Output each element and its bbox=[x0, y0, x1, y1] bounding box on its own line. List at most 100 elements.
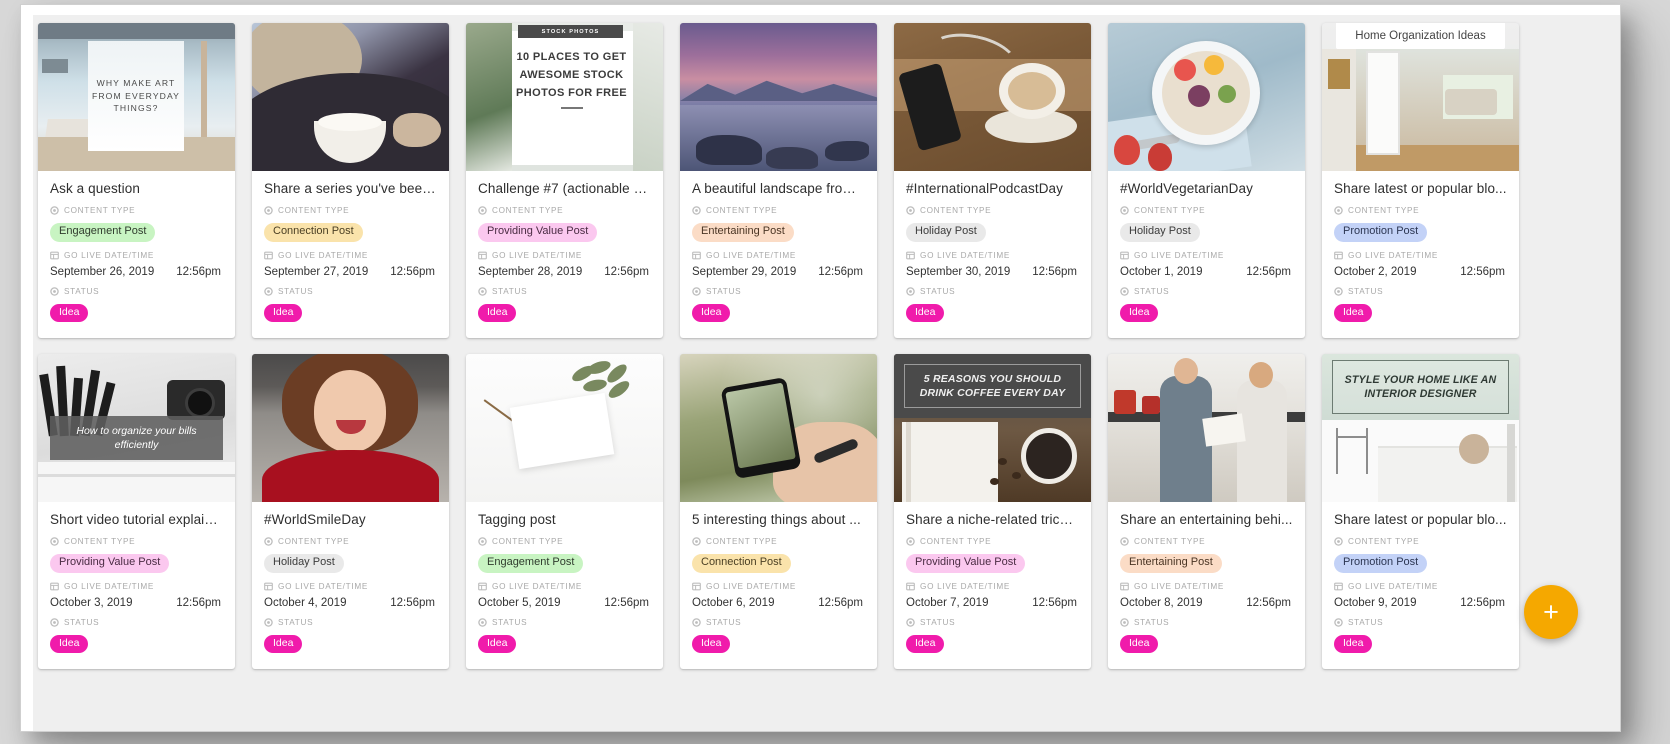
card-item[interactable]: #WorldSmileDay CONTENT TYPE Holiday Post… bbox=[252, 354, 449, 670]
label-text: GO LIVE DATE/TIME bbox=[1134, 582, 1224, 591]
card-body: Share an entertaining behi... CONTENT TY… bbox=[1108, 502, 1305, 669]
status-badge[interactable]: Idea bbox=[1334, 635, 1373, 654]
card-item[interactable]: Share a series you've been ... CONTENT T… bbox=[252, 23, 449, 339]
go-live-value[interactable]: September 27, 2019 12:56pm bbox=[264, 266, 437, 278]
card-thumbnail[interactable] bbox=[894, 23, 1091, 171]
card-item[interactable]: Home Organization Ideas Share latest or … bbox=[1322, 23, 1519, 339]
card-thumbnail[interactable]: Home Organization Ideas bbox=[1322, 23, 1519, 171]
card-thumbnail[interactable]: STOCK PHOTOS 10 PLACES TO GET AWESOME ST… bbox=[466, 23, 663, 171]
go-live-date: September 26, 2019 bbox=[50, 265, 155, 278]
circle-select-icon bbox=[1120, 618, 1129, 627]
label-text: GO LIVE DATE/TIME bbox=[64, 250, 154, 260]
thumbnail-artwork bbox=[680, 23, 877, 171]
status-badge[interactable]: Idea bbox=[1334, 303, 1373, 323]
content-type-pill[interactable]: Entertaining Post bbox=[692, 223, 794, 242]
go-live-value[interactable]: October 1, 2019 12:56pm bbox=[1120, 266, 1293, 278]
go-live-value[interactable]: October 6, 2019 12:56pm bbox=[692, 597, 865, 609]
card-thumbnail[interactable] bbox=[252, 354, 449, 503]
status-badge[interactable]: Idea bbox=[50, 303, 89, 323]
card-item[interactable]: Tagging post CONTENT TYPE Engagement Pos… bbox=[466, 354, 663, 670]
content-type-pill[interactable]: Providing Value Post bbox=[50, 554, 170, 573]
status-badge[interactable]: Idea bbox=[478, 303, 517, 323]
card-thumbnail[interactable] bbox=[680, 23, 877, 171]
field-go-live: GO LIVE DATE/TIME September 26, 2019 12:… bbox=[50, 251, 223, 278]
card-item[interactable]: How to organize your bills efficiently S… bbox=[38, 354, 235, 670]
content-type-pill[interactable]: Holiday Post bbox=[906, 223, 986, 242]
content-type-pill[interactable]: Entertaining Post bbox=[1120, 554, 1222, 573]
label-text: CONTENT TYPE bbox=[492, 537, 564, 547]
card-body: Short video tutorial explain... CONTENT … bbox=[38, 502, 235, 669]
go-live-time: 12:56pm bbox=[1246, 265, 1291, 278]
field-status: STATUS Idea bbox=[692, 618, 865, 654]
go-live-value[interactable]: October 9, 2019 12:56pm bbox=[1334, 597, 1507, 609]
card-title: Short video tutorial explain... bbox=[50, 512, 223, 528]
content-type-pill[interactable]: Promotion Post bbox=[1334, 554, 1428, 573]
go-live-date: October 6, 2019 bbox=[692, 597, 775, 609]
label-text: CONTENT TYPE bbox=[1348, 537, 1420, 547]
card-item[interactable]: STOCK PHOTOS 10 PLACES TO GET AWESOME ST… bbox=[466, 23, 663, 339]
card-item[interactable]: 5 REASONS YOU SHOULD DRINK COFFEE EVERY … bbox=[894, 354, 1091, 670]
card-thumbnail[interactable]: 5 REASONS YOU SHOULD DRINK COFFEE EVERY … bbox=[894, 354, 1091, 503]
card-board[interactable]: WHY MAKE ART FROM EVERYDAY THINGS? Ask a… bbox=[33, 15, 1620, 731]
go-live-value[interactable]: October 4, 2019 12:56pm bbox=[264, 597, 437, 609]
status-badge[interactable]: Idea bbox=[1120, 303, 1159, 323]
content-type-pill[interactable]: Connection Post bbox=[692, 554, 791, 573]
card-thumbnail[interactable] bbox=[466, 354, 663, 503]
field-status: STATUS Idea bbox=[906, 618, 1079, 654]
card-title: #WorldSmileDay bbox=[264, 512, 366, 528]
card-item[interactable]: Share an entertaining behi... CONTENT TY… bbox=[1108, 354, 1305, 670]
go-live-value[interactable]: October 7, 2019 12:56pm bbox=[906, 597, 1079, 609]
content-type-pill[interactable]: Connection Post bbox=[264, 223, 363, 242]
card-thumbnail[interactable] bbox=[252, 23, 449, 171]
field-status: STATUS Idea bbox=[1120, 618, 1293, 654]
go-live-value[interactable]: September 26, 2019 12:56pm bbox=[50, 266, 223, 278]
status-badge[interactable]: Idea bbox=[692, 635, 731, 654]
status-badge[interactable]: Idea bbox=[50, 635, 89, 654]
go-live-value[interactable]: September 28, 2019 12:56pm bbox=[478, 266, 651, 278]
field-label-content-type: CONTENT TYPE bbox=[906, 537, 1079, 546]
content-type-pill[interactable]: Holiday Post bbox=[1120, 223, 1200, 242]
content-type-pill[interactable]: Engagement Post bbox=[478, 554, 584, 573]
go-live-value[interactable]: October 5, 2019 12:56pm bbox=[478, 597, 651, 609]
go-live-date: October 3, 2019 bbox=[50, 597, 133, 609]
add-card-button[interactable]: + bbox=[1524, 585, 1578, 639]
status-badge[interactable]: Idea bbox=[264, 303, 303, 323]
card-item[interactable]: WHY MAKE ART FROM EVERYDAY THINGS? Ask a… bbox=[38, 23, 235, 339]
status-badge[interactable]: Idea bbox=[1120, 635, 1159, 654]
content-type-pill[interactable]: Providing Value Post bbox=[478, 223, 598, 242]
circle-select-icon bbox=[478, 206, 487, 215]
card-thumbnail[interactable]: How to organize your bills efficiently bbox=[38, 354, 235, 503]
content-type-pill[interactable]: Engagement Post bbox=[50, 223, 156, 242]
card-item[interactable]: A beautiful landscape from... CONTENT TY… bbox=[680, 23, 877, 339]
card-title: Tagging post bbox=[478, 512, 556, 528]
content-type-pill[interactable]: Promotion Post bbox=[1334, 223, 1428, 242]
go-live-value[interactable]: October 2, 2019 12:56pm bbox=[1334, 266, 1507, 278]
plus-icon: + bbox=[1543, 596, 1559, 627]
card-item[interactable]: STYLE YOUR HOME LIKE AN INTERIOR DESIGNE… bbox=[1322, 354, 1519, 670]
card-thumbnail[interactable]: WHY MAKE ART FROM EVERYDAY THINGS? bbox=[38, 23, 235, 171]
card-thumbnail[interactable] bbox=[1108, 354, 1305, 503]
go-live-value[interactable]: September 29, 2019 12:56pm bbox=[692, 266, 865, 278]
status-badge[interactable]: Idea bbox=[478, 635, 517, 654]
thumbnail-artwork: Home Organization Ideas bbox=[1322, 23, 1519, 171]
field-go-live: GO LIVE DATE/TIME October 8, 2019 12:56p… bbox=[1120, 582, 1293, 609]
status-badge[interactable]: Idea bbox=[264, 635, 303, 654]
card-title: Share a series you've been ... bbox=[264, 181, 437, 196]
card-item[interactable]: #InternationalPodcastDay CONTENT TYPE Ho… bbox=[894, 23, 1091, 339]
card-item[interactable]: 5 interesting things about ... CONTENT T… bbox=[680, 354, 877, 670]
status-badge[interactable]: Idea bbox=[906, 303, 945, 323]
content-type-pill[interactable]: Holiday Post bbox=[264, 554, 344, 573]
go-live-value[interactable]: October 3, 2019 12:56pm bbox=[50, 597, 223, 609]
card-item[interactable]: #WorldVegetarianDay CONTENT TYPE Holiday… bbox=[1108, 23, 1305, 339]
go-live-value[interactable]: October 8, 2019 12:56pm bbox=[1120, 597, 1293, 609]
field-go-live: GO LIVE DATE/TIME September 28, 2019 12:… bbox=[478, 251, 651, 278]
status-badge[interactable]: Idea bbox=[692, 303, 731, 323]
field-go-live: GO LIVE DATE/TIME October 4, 2019 12:56p… bbox=[264, 582, 437, 609]
card-thumbnail[interactable] bbox=[1108, 23, 1305, 171]
go-live-value[interactable]: September 30, 2019 12:56pm bbox=[906, 266, 1079, 278]
card-thumbnail[interactable] bbox=[680, 354, 877, 503]
content-type-pill[interactable]: Providing Value Post bbox=[906, 554, 1026, 573]
card-thumbnail[interactable]: STYLE YOUR HOME LIKE AN INTERIOR DESIGNE… bbox=[1322, 354, 1519, 503]
calendar-icon bbox=[478, 582, 487, 591]
status-badge[interactable]: Idea bbox=[906, 635, 945, 654]
